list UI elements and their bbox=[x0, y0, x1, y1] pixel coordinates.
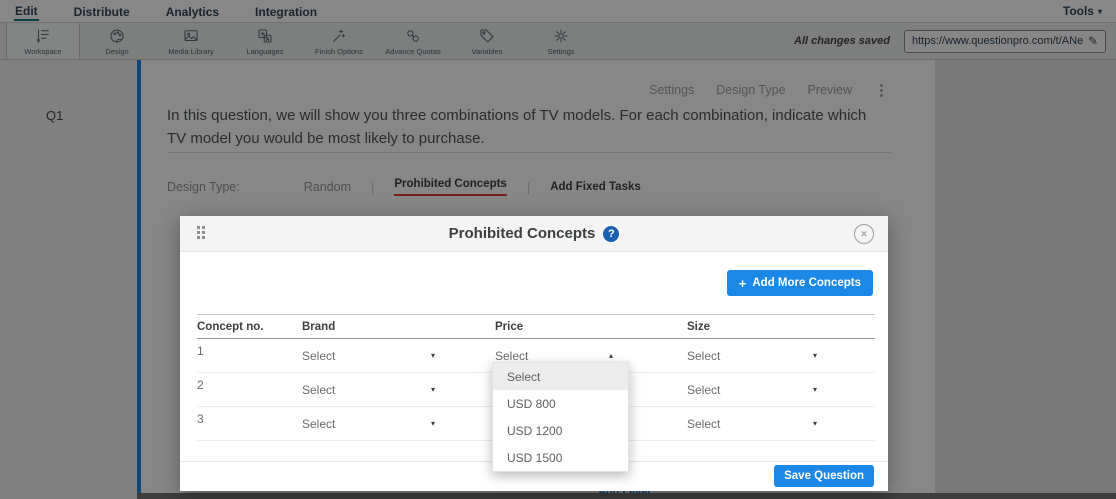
select-value: Select bbox=[687, 417, 720, 431]
dropdown-option-usd-1200[interactable]: USD 1200 bbox=[493, 417, 628, 444]
select-value: Select bbox=[302, 417, 335, 431]
caret-down-icon: ▾ bbox=[431, 419, 435, 428]
drag-handle-icon[interactable] bbox=[197, 226, 206, 240]
caret-down-icon: ▾ bbox=[431, 351, 435, 360]
select-value: Select bbox=[302, 383, 335, 397]
price-select-row1[interactable]: Select ▴ bbox=[495, 349, 613, 363]
select-value: Select bbox=[687, 383, 720, 397]
concept-number: 2 bbox=[197, 373, 302, 392]
col-header-brand: Brand bbox=[302, 321, 495, 333]
concept-number: 1 bbox=[197, 339, 302, 358]
size-select-row2[interactable]: Select ▾ bbox=[687, 383, 817, 397]
dropdown-option-usd-800[interactable]: USD 800 bbox=[493, 390, 628, 417]
size-select-row3[interactable]: Select ▾ bbox=[687, 417, 817, 431]
modal-title: Prohibited Concepts bbox=[449, 225, 596, 242]
add-more-concepts-label: Add More Concepts bbox=[752, 277, 861, 289]
caret-down-icon: ▾ bbox=[813, 385, 817, 394]
modal-header: Prohibited Concepts ? ✕ bbox=[180, 216, 888, 252]
close-icon[interactable]: ✕ bbox=[854, 224, 874, 244]
table-header-row: Concept no. Brand Price Size bbox=[197, 314, 875, 339]
caret-down-icon: ▾ bbox=[813, 419, 817, 428]
modal-title-wrap: Prohibited Concepts ? bbox=[449, 225, 620, 242]
brand-select-row2[interactable]: Select ▾ bbox=[302, 383, 435, 397]
caret-up-icon: ▴ bbox=[609, 351, 613, 360]
select-value: Select bbox=[687, 349, 720, 363]
dropdown-option-select[interactable]: Select bbox=[493, 363, 628, 390]
dropdown-option-usd-1500[interactable]: USD 1500 bbox=[493, 444, 628, 471]
col-header-concept-no: Concept no. bbox=[197, 321, 302, 333]
help-icon[interactable]: ? bbox=[603, 226, 619, 242]
add-more-concepts-button[interactable]: + Add More Concepts bbox=[727, 270, 873, 296]
brand-select-row1[interactable]: Select ▾ bbox=[302, 349, 435, 363]
concept-number: 3 bbox=[197, 407, 302, 426]
col-header-price: Price bbox=[495, 321, 687, 333]
select-value: Select bbox=[302, 349, 335, 363]
save-question-button[interactable]: Save Question bbox=[774, 465, 874, 487]
price-dropdown-menu: Select USD 800 USD 1200 USD 1500 bbox=[492, 362, 629, 472]
select-value: Select bbox=[495, 349, 528, 363]
brand-select-row3[interactable]: Select ▾ bbox=[302, 417, 435, 431]
caret-down-icon: ▾ bbox=[431, 385, 435, 394]
col-header-size: Size bbox=[687, 321, 875, 333]
plus-icon: + bbox=[739, 276, 747, 291]
size-select-row1[interactable]: Select ▾ bbox=[687, 349, 817, 363]
caret-down-icon: ▾ bbox=[813, 351, 817, 360]
